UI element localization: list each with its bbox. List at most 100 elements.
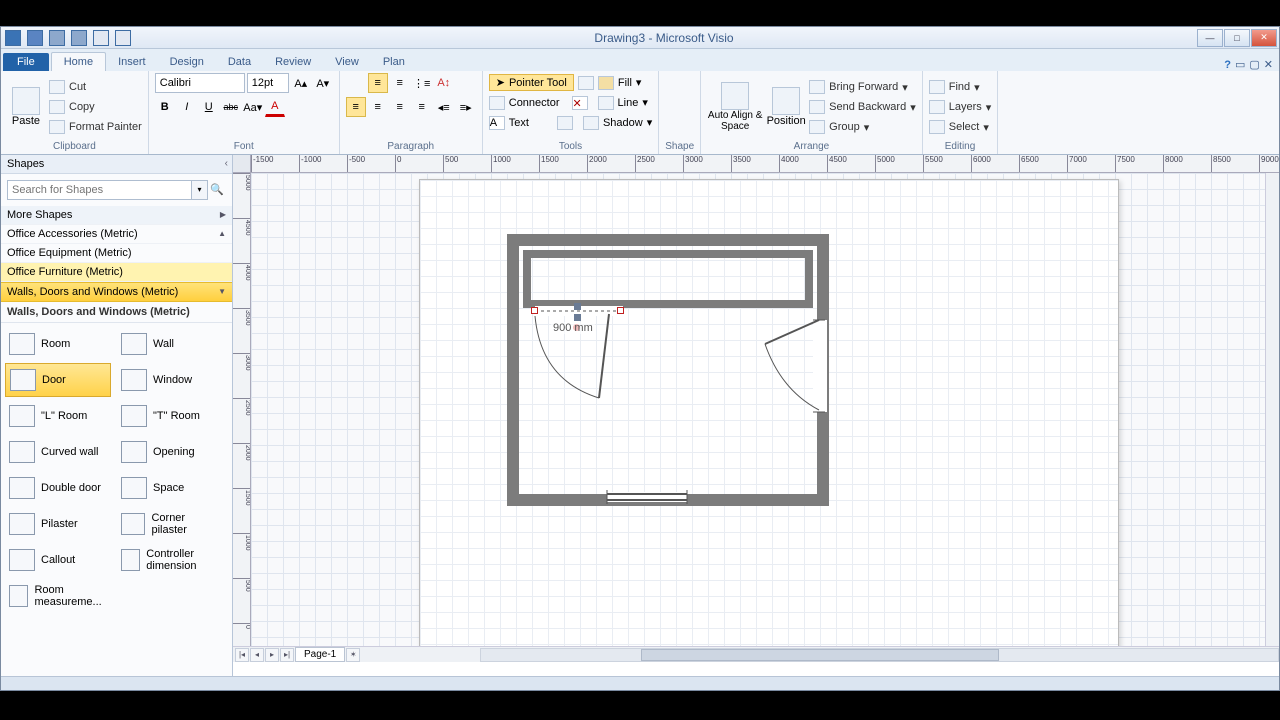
align-left-button[interactable]: ≡	[346, 97, 366, 117]
shape-item[interactable]: Double door	[5, 471, 111, 505]
align-center-button[interactable]: ≡	[368, 97, 388, 117]
drawing-page[interactable]: 900 mm	[419, 179, 1119, 646]
shape-item[interactable]: Room measureme...	[5, 579, 111, 613]
selection-handle[interactable]	[617, 307, 624, 314]
find-button[interactable]: Find ▾	[929, 78, 992, 96]
group-button[interactable]: Group ▾	[809, 118, 916, 136]
align-right-button[interactable]: ≡	[390, 97, 410, 117]
tab-view[interactable]: View	[323, 53, 371, 71]
font-size-combo[interactable]: 12pt	[247, 73, 289, 93]
underline-button[interactable]: U	[199, 97, 219, 117]
select-button[interactable]: Select ▾	[929, 118, 992, 136]
search-go-icon[interactable]: 🔍	[208, 180, 226, 200]
tab-plan[interactable]: Plan	[371, 53, 417, 71]
file-tab[interactable]: File	[3, 53, 49, 71]
bullets-button[interactable]: ⋮≡	[412, 73, 432, 93]
line-icon[interactable]	[598, 96, 614, 110]
line-label[interactable]: Line	[618, 97, 639, 109]
bring-forward-button[interactable]: Bring Forward ▾	[809, 78, 916, 96]
page-tab[interactable]: Page-1	[295, 647, 345, 662]
minimize-ribbon-icon[interactable]: ▭	[1235, 58, 1245, 71]
font-name-combo[interactable]: Calibri	[155, 73, 245, 93]
shape-item[interactable]: Pilaster	[5, 507, 111, 541]
fill-label[interactable]: Fill	[618, 77, 632, 89]
copy-button[interactable]: Copy	[49, 98, 142, 116]
shape-item[interactable]: Room	[5, 327, 111, 361]
tab-home[interactable]: Home	[51, 52, 106, 71]
category-row[interactable]: Office Accessories (Metric)▲	[1, 225, 232, 244]
shape-item[interactable]: Wall	[117, 327, 223, 361]
layers-button[interactable]: Layers ▾	[929, 98, 992, 116]
close-panel-icon[interactable]: ‹	[225, 158, 228, 169]
scroll-up-icon[interactable]: ▲	[218, 229, 226, 238]
increase-indent-button[interactable]: ≡▸	[456, 97, 476, 117]
floor-plan[interactable]: 900 mm	[513, 240, 833, 513]
shape-item[interactable]: Callout	[5, 543, 111, 577]
shape-item[interactable]: Window	[117, 363, 223, 397]
shape-item[interactable]: Curved wall	[5, 435, 111, 469]
viewport[interactable]: 900 mm	[251, 173, 1265, 646]
paste-button[interactable]: Paste	[7, 87, 45, 127]
shapes-search-input[interactable]	[7, 180, 192, 200]
selection-midhandle[interactable]	[574, 303, 581, 310]
text-tool-button[interactable]: Text	[509, 117, 529, 129]
vertical-scrollbar[interactable]	[1265, 173, 1279, 646]
help-icon[interactable]: ?	[1224, 59, 1231, 71]
format-painter-button[interactable]: Format Painter	[49, 118, 142, 136]
new-page-button[interactable]: ✶	[346, 648, 360, 662]
delete-icon[interactable]: ✕	[572, 96, 588, 110]
redo-icon[interactable]	[71, 30, 87, 46]
shape-item[interactable]: Controller dimension	[117, 543, 223, 577]
category-row[interactable]: Walls, Doors and Windows (Metric)▼	[1, 282, 232, 302]
refresh-icon[interactable]	[557, 116, 573, 130]
dropdown-icon[interactable]	[115, 30, 131, 46]
paint-bucket-icon[interactable]	[598, 76, 614, 90]
decrease-indent-button[interactable]: ◂≡	[434, 97, 454, 117]
text-direction-button[interactable]: A↕	[434, 73, 454, 93]
first-page-button[interactable]: |◂	[235, 648, 249, 662]
tab-design[interactable]: Design	[158, 53, 216, 71]
position-button[interactable]: Position	[767, 87, 805, 127]
italic-button[interactable]: I	[177, 97, 197, 117]
maximize-button[interactable]: □	[1224, 29, 1250, 47]
tab-insert[interactable]: Insert	[106, 53, 158, 71]
autoalign-button[interactable]: Auto Align & Space	[707, 82, 763, 132]
undo-icon[interactable]	[49, 30, 65, 46]
font-color-button[interactable]: A	[265, 97, 285, 117]
tab-review[interactable]: Review	[263, 53, 323, 71]
strike-button[interactable]: abc	[221, 97, 241, 117]
selection-midhandle[interactable]	[574, 314, 581, 321]
ruler-vertical[interactable]: 5000450040003500300025002000150010005000…	[233, 173, 251, 646]
close-button[interactable]: ✕	[1251, 29, 1277, 47]
shadow-icon[interactable]	[583, 116, 599, 130]
grow-font-button[interactable]: A▴	[291, 73, 311, 93]
shape-item[interactable]: Space	[117, 471, 223, 505]
prev-page-button[interactable]: ◂	[250, 648, 264, 662]
bold-button[interactable]: B	[155, 97, 175, 117]
rect-tool-icon[interactable]	[578, 76, 594, 90]
hscroll-thumb[interactable]	[641, 649, 1000, 661]
align-justify-button[interactable]: ≡	[412, 97, 432, 117]
restore-icon[interactable]: ▢	[1249, 58, 1259, 71]
minimize-button[interactable]: —	[1197, 29, 1223, 47]
cut-button[interactable]: Cut	[49, 78, 142, 96]
align-top-button[interactable]: ≡	[368, 73, 388, 93]
case-button[interactable]: Aa▾	[243, 97, 263, 117]
search-dropdown-icon[interactable]: ▾	[192, 180, 208, 200]
scroll-down-icon[interactable]: ▼	[218, 287, 226, 296]
horizontal-scrollbar[interactable]	[480, 648, 1279, 662]
shadow-label[interactable]: Shadow	[603, 117, 643, 129]
pointer-tool-button[interactable]: ➤Pointer Tool	[489, 74, 574, 91]
shape-item[interactable]: Corner pilaster	[117, 507, 223, 541]
shrink-font-button[interactable]: A▾	[313, 73, 333, 93]
next-page-button[interactable]: ▸	[265, 648, 279, 662]
shape-item[interactable]: Door	[5, 363, 111, 397]
category-row[interactable]: Office Furniture (Metric)	[1, 263, 232, 282]
tab-data[interactable]: Data	[216, 53, 263, 71]
save-icon[interactable]	[27, 30, 43, 46]
more-shapes-row[interactable]: More Shapes▶	[1, 206, 232, 225]
shape-item[interactable]: "L" Room	[5, 399, 111, 433]
close-doc-icon[interactable]: ✕	[1264, 58, 1273, 71]
shape-item[interactable]: Opening	[117, 435, 223, 469]
align-middle-button[interactable]: ≡	[390, 73, 410, 93]
